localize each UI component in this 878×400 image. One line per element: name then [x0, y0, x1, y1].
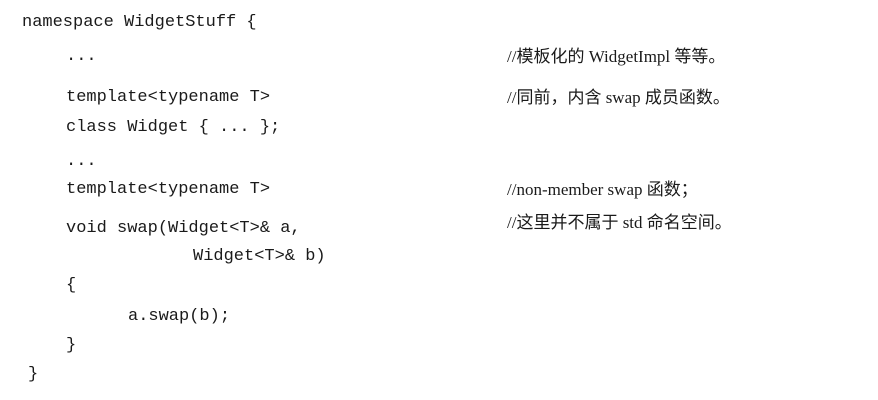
code-line-close-brace: } — [66, 336, 77, 355]
code-line-swap-call: a.swap(b); — [128, 307, 231, 326]
code-line-template-2: template<typename T> — [66, 180, 271, 199]
comment-templated-widgetimpl: //模板化的 WidgetImpl 等等。 — [507, 47, 726, 66]
code-line-class-widget: class Widget { ... }; — [66, 118, 281, 137]
code-line-ellipsis-1: ... — [66, 47, 97, 66]
code-line-namespace-close: } — [28, 365, 39, 384]
code-line-swap-signature: void swap(Widget<T>& a, — [66, 219, 301, 238]
code-line-open-brace: { — [66, 276, 77, 295]
code-line-template-1: template<typename T> — [66, 88, 271, 107]
code-line-namespace-open: namespace WidgetStuff { — [22, 13, 257, 32]
comment-member-swap: //同前，内含 swap 成员函数。 — [507, 88, 730, 107]
comment-not-in-std: //这里并不属于 std 命名空间。 — [507, 213, 732, 232]
code-listing-page: namespace WidgetStuff { ... template<typ… — [0, 0, 878, 400]
code-line-swap-param-b: Widget<T>& b) — [193, 247, 326, 266]
comment-non-member-swap: //non-member swap 函数； — [507, 180, 698, 199]
code-line-ellipsis-2: ... — [66, 152, 97, 171]
